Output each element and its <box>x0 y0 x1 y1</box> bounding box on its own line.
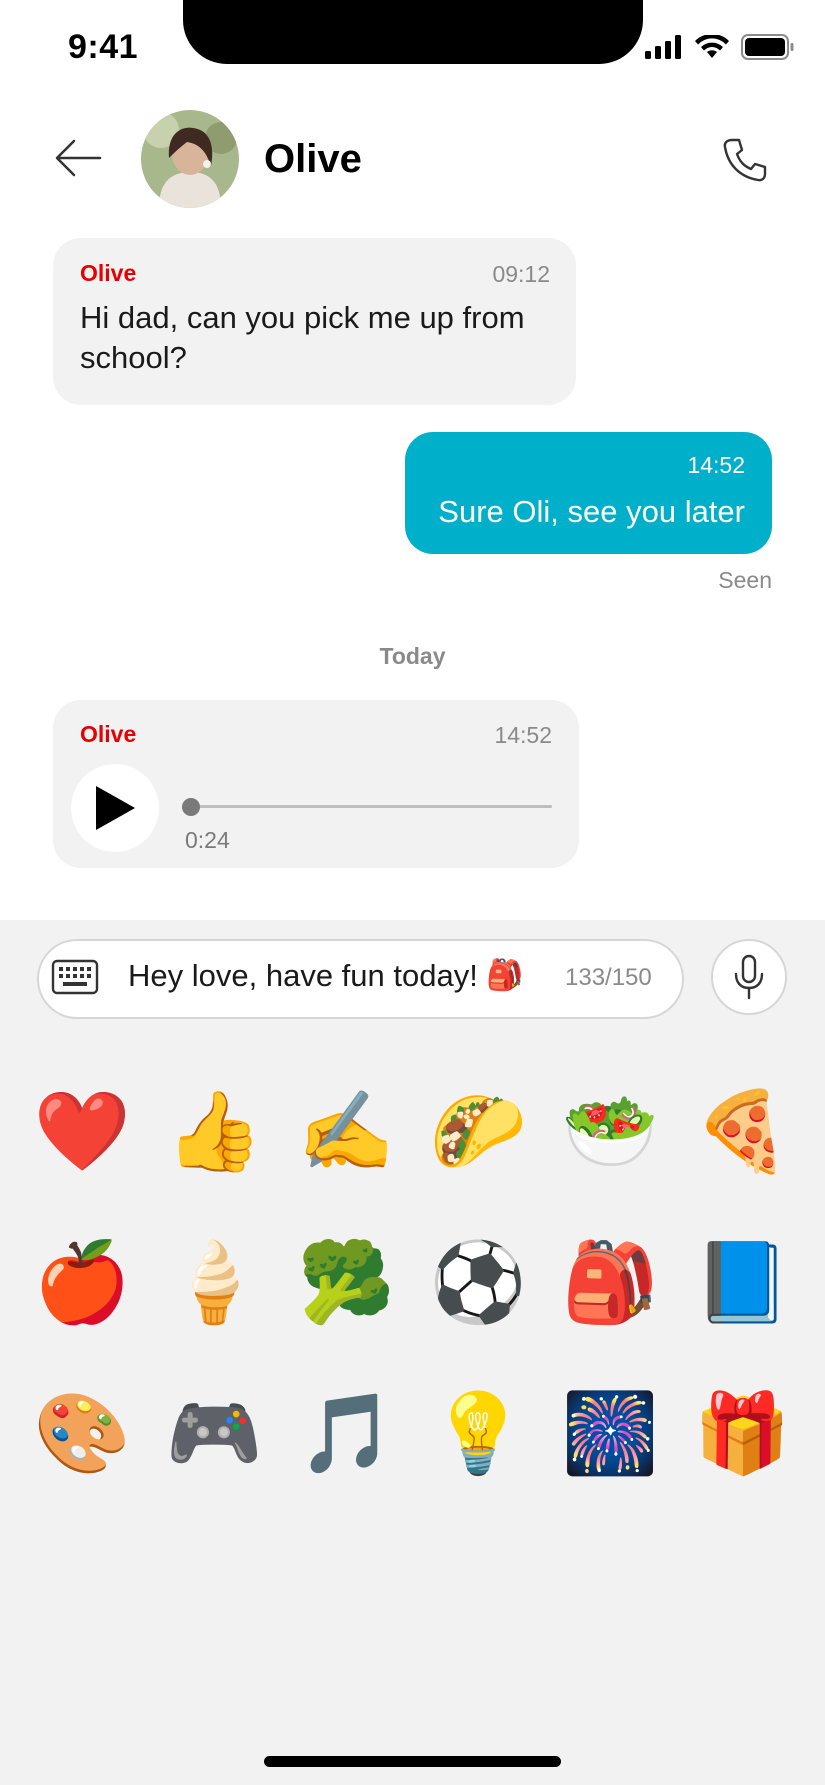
character-counter: 133/150 <box>565 964 652 991</box>
writing-hand-sticker-icon[interactable]: ✍️ <box>280 1055 412 1206</box>
status-icons <box>645 34 795 60</box>
paint-palette-sticker-icon[interactable]: 🎨 <box>16 1357 148 1508</box>
gift-sticker-icon[interactable]: 🎁 <box>676 1357 808 1508</box>
arrow-left-icon <box>55 139 102 177</box>
message-sender: Olive <box>80 721 137 747</box>
audio-duration: 0:24 <box>185 827 230 853</box>
message-text: Sure Oli, see you later <box>438 494 745 529</box>
ice-cream-sticker-icon[interactable]: 🍦 <box>148 1206 280 1357</box>
book-sticker-icon[interactable]: 📘 <box>676 1206 808 1357</box>
apple-sticker-icon[interactable]: 🍎 <box>16 1206 148 1357</box>
wifi-icon <box>695 35 729 58</box>
salad-sticker-icon[interactable]: 🥗 <box>544 1055 676 1206</box>
heart-sticker-icon[interactable]: ❤️ <box>16 1055 148 1206</box>
backpack-emoji-icon: 🎒 <box>486 959 524 992</box>
status-time: 9:41 <box>68 28 139 66</box>
audio-progress-knob[interactable] <box>182 798 200 816</box>
play-icon <box>96 786 135 830</box>
chat-screen: 9:41 Olive Olive 09:12 Hi dad, can you p… <box>0 0 825 1785</box>
home-indicator[interactable] <box>264 1756 561 1767</box>
device-notch <box>183 0 643 64</box>
pizza-sticker-icon[interactable]: 🍕 <box>676 1055 808 1206</box>
message-input-text[interactable]: Hey love, have fun today! <box>128 958 478 994</box>
firework-rocket-sticker-icon[interactable]: 🎆 <box>544 1357 676 1508</box>
microphone-button[interactable] <box>711 939 787 1015</box>
sticker-grid: ❤️ 👍 ✍️ 🌮 🥗 🍕 🍎 🍦 🥦 ⚽ 🎒 📘 🎨 🎮 🎵 💡 🎆 🎁 <box>16 1055 808 1508</box>
call-button[interactable] <box>717 132 773 188</box>
message-sender: Olive <box>80 260 137 286</box>
battery-icon <box>741 34 794 60</box>
message-text: Hi dad, can you pick me up from school? <box>80 300 525 375</box>
seen-status: Seen <box>718 567 772 593</box>
audio-progress-track[interactable] <box>190 805 552 808</box>
thumbs-up-sticker-icon[interactable]: 👍 <box>148 1055 280 1206</box>
backpack-sticker-icon[interactable]: 🎒 <box>544 1206 676 1357</box>
day-separator: Today <box>379 643 446 669</box>
phone-icon <box>723 138 767 182</box>
cellular-signal-icon <box>645 35 681 59</box>
light-bulb-sticker-icon[interactable]: 💡 <box>412 1357 544 1508</box>
message-time: 14:52 <box>687 452 745 478</box>
taco-sticker-icon[interactable]: 🌮 <box>412 1055 544 1206</box>
music-notes-sticker-icon[interactable]: 🎵 <box>280 1357 412 1508</box>
contact-avatar[interactable] <box>141 110 239 208</box>
game-controller-sticker-icon[interactable]: 🎮 <box>148 1357 280 1508</box>
play-button[interactable] <box>71 764 159 852</box>
avatar-photo <box>141 110 239 208</box>
microphone-icon <box>734 954 764 1000</box>
keyboard-toggle-button[interactable] <box>50 956 100 998</box>
broccoli-sticker-icon[interactable]: 🥦 <box>280 1206 412 1357</box>
contact-name[interactable]: Olive <box>264 137 362 182</box>
message-time: 09:12 <box>492 261 550 287</box>
back-button[interactable] <box>52 132 104 184</box>
soccer-ball-sticker-icon[interactable]: ⚽ <box>412 1206 544 1357</box>
message-time: 14:52 <box>494 722 552 748</box>
keyboard-icon <box>51 959 99 995</box>
